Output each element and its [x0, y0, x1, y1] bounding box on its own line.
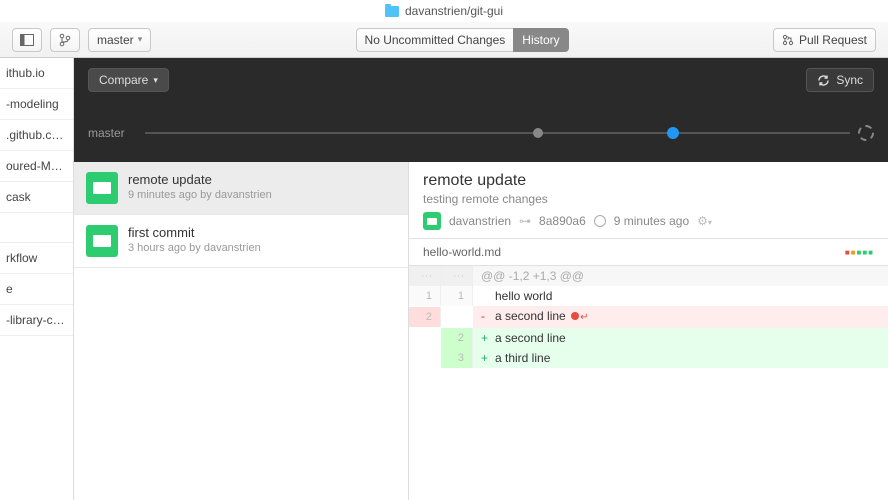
- timeline-branch-label: master: [88, 126, 125, 140]
- detail-time: 9 minutes ago: [614, 214, 689, 228]
- timeline-track[interactable]: [145, 132, 850, 134]
- caret-down-icon: ▾: [153, 75, 158, 86]
- repo-item[interactable]: .github.c…: [0, 120, 73, 151]
- repo-item[interactable]: oured-M…: [0, 151, 73, 182]
- commit-sha-icon: ⊶: [519, 214, 531, 228]
- compare-label: Compare: [99, 73, 148, 87]
- window-titlebar: davanstrien/git-gui: [0, 0, 888, 22]
- detail-author: davanstrien: [449, 214, 511, 228]
- commit-avatar-icon: [86, 172, 118, 204]
- toolbar: master ▾ No Uncommitted Changes History …: [0, 22, 888, 58]
- diff-stat-dots: ■■■■■: [845, 248, 874, 257]
- sync-icon: [817, 74, 830, 87]
- commit-meta: 3 hours ago by davanstrien: [128, 242, 261, 254]
- author-avatar-icon: [423, 212, 441, 230]
- timeline-commit-dot[interactable]: [533, 128, 543, 138]
- tab-history[interactable]: History: [513, 28, 568, 52]
- timeline-head-icon: [858, 125, 874, 141]
- sync-button[interactable]: Sync: [806, 68, 874, 92]
- diff-file-header[interactable]: hello-world.md ■■■■■: [409, 238, 888, 266]
- trailing-whitespace-icon: [571, 312, 579, 320]
- diff-line: 3+a third line: [409, 348, 888, 368]
- repo-item[interactable]: -library-c…: [0, 305, 73, 336]
- repo-item[interactable]: ithub.io: [0, 58, 73, 89]
- sidebar-separator: [0, 213, 73, 243]
- pull-request-label: Pull Request: [799, 33, 867, 47]
- diff-line: 2-a second line ↵: [409, 306, 888, 328]
- diff-hunk-header: ······@@ -1,2 +1,3 @@: [409, 266, 888, 286]
- timeline-current-dot[interactable]: [667, 127, 679, 139]
- branch-selector[interactable]: master ▾: [88, 28, 151, 52]
- compare-button[interactable]: Compare ▾: [88, 68, 169, 92]
- commit-list: remote update 9 minutes ago by davanstrie…: [74, 162, 409, 500]
- detail-title: remote update: [423, 172, 874, 190]
- diff-line: 2+a second line: [409, 328, 888, 348]
- repo-item[interactable]: e: [0, 274, 73, 305]
- commit-meta: 9 minutes ago by davanstrien: [128, 189, 272, 201]
- commit-title: remote update: [128, 172, 272, 187]
- repo-item[interactable]: rkflow: [0, 243, 73, 274]
- commit-item[interactable]: remote update 9 minutes ago by davanstrie…: [74, 162, 408, 215]
- repo-item[interactable]: -modeling: [0, 89, 73, 120]
- pull-request-button[interactable]: Pull Request: [773, 28, 876, 52]
- commit-detail: remote update testing remote changes dav…: [409, 162, 888, 500]
- chevron-down-icon: ▾: [138, 34, 143, 45]
- diff-line: 11 hello world: [409, 286, 888, 306]
- view-segment: No Uncommitted Changes History: [356, 28, 569, 52]
- commit-avatar-icon: [86, 225, 118, 257]
- diff-view: ······@@ -1,2 +1,3 @@11 hello world2-a s…: [409, 266, 888, 368]
- commit-title: first commit: [128, 225, 261, 240]
- detail-description: testing remote changes: [423, 192, 874, 206]
- branch-name: master: [97, 33, 134, 47]
- folder-icon: [385, 6, 399, 17]
- sidebar-toggle-button[interactable]: [12, 28, 42, 52]
- tab-history-label: History: [522, 33, 559, 47]
- tab-changes[interactable]: No Uncommitted Changes: [356, 28, 514, 52]
- branch-icon-button[interactable]: [50, 28, 80, 52]
- tab-changes-label: No Uncommitted Changes: [365, 33, 506, 47]
- sync-label: Sync: [836, 73, 863, 87]
- repo-sidebar: ithub.io-modeling.github.c…oured-M…cask r…: [0, 58, 74, 500]
- repo-item[interactable]: cask: [0, 182, 73, 213]
- clock-icon: [594, 215, 606, 227]
- repo-path: davanstrien/git-gui: [405, 4, 503, 18]
- history-header: Compare ▾ Sync master: [74, 58, 888, 162]
- commit-timeline[interactable]: master: [88, 118, 874, 148]
- gear-icon[interactable]: ⚙︎▾: [697, 214, 712, 228]
- diff-filename: hello-world.md: [423, 245, 501, 259]
- commit-item[interactable]: first commit 3 hours ago by davanstrien: [74, 215, 408, 268]
- detail-sha[interactable]: 8a890a6: [539, 214, 586, 228]
